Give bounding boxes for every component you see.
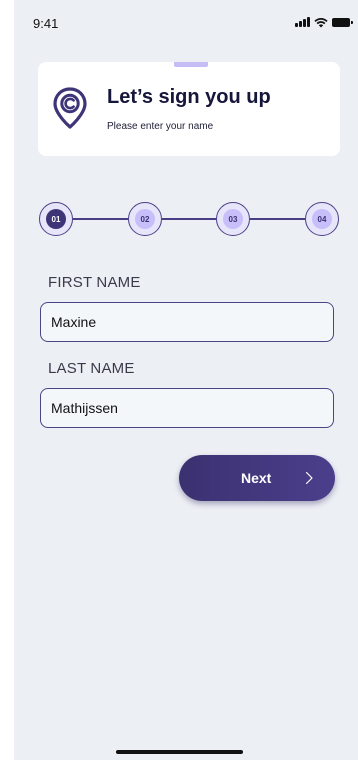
signal-icon [295,17,310,27]
header-accent-tab [174,62,208,67]
wifi-icon [314,17,328,27]
step-1[interactable]: 01 [39,202,73,236]
location-pin-logo-icon [53,87,87,129]
step-number: 03 [223,209,243,229]
status-time: 9:41 [33,16,59,31]
next-button[interactable]: Next [179,455,335,501]
last-name-label: LAST NAME [48,360,135,377]
status-icons [295,16,353,28]
step-connector [250,218,305,220]
step-connector [73,218,128,220]
first-name-input[interactable] [40,302,334,342]
step-connector [162,218,216,220]
step-number: 01 [46,209,66,229]
status-bar: 9:41 [14,0,358,44]
home-indicator[interactable] [116,750,243,754]
step-number: 04 [312,209,332,229]
step-2[interactable]: 02 [128,202,162,236]
chevron-right-icon [305,471,313,485]
step-3[interactable]: 03 [216,202,250,236]
battery-icon [332,17,353,27]
header-card: Let’s sign you up Please enter your name [38,62,340,156]
first-name-label: FIRST NAME [48,274,141,291]
phone-screen: 9:41 Let’s sign you up Please enter your… [14,0,358,760]
last-name-input[interactable] [40,388,334,428]
progress-stepper: 01 02 03 04 [39,202,339,236]
page-title: Let’s sign you up [107,86,271,108]
next-button-label: Next [241,470,272,486]
step-number: 02 [135,209,155,229]
page-subtitle: Please enter your name [107,121,214,132]
step-4[interactable]: 04 [305,202,339,236]
